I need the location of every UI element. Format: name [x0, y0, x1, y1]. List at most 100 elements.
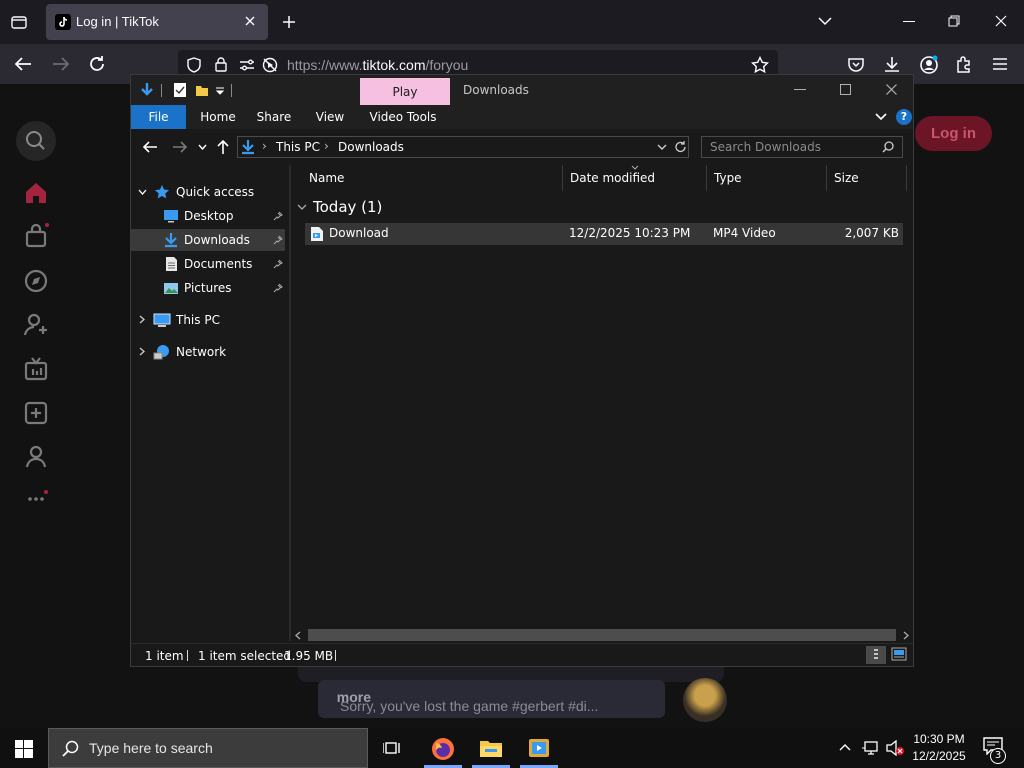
shield-icon[interactable]: [187, 57, 201, 73]
group-header-today[interactable]: Today (1): [313, 198, 382, 216]
nav-downloads[interactable]: Downloads: [184, 229, 250, 251]
back-icon[interactable]: [142, 140, 158, 154]
properties-quick-icon[interactable]: [173, 82, 187, 98]
chevron-right-icon[interactable]: [139, 347, 145, 356]
nav-desktop[interactable]: Desktop: [184, 205, 234, 227]
search-icon[interactable]: [882, 141, 894, 153]
new-folder-quick-icon[interactable]: [195, 83, 209, 97]
taskbar-search-input[interactable]: Type here to search: [48, 728, 368, 768]
url-text[interactable]: https://www.tiktok.com/foryou: [287, 57, 468, 73]
tab-share[interactable]: Share: [249, 105, 299, 129]
home-icon[interactable]: [22, 179, 50, 207]
recent-locations-icon[interactable]: [198, 144, 207, 150]
bookmark-star-icon[interactable]: [751, 56, 769, 74]
tab-play[interactable]: Play: [360, 78, 450, 105]
nav-network[interactable]: Network: [176, 341, 226, 363]
tiktok-login-button[interactable]: Log in: [915, 116, 992, 151]
lock-icon[interactable]: [214, 56, 228, 72]
chevron-right-icon[interactable]: [139, 315, 145, 324]
extensions-icon[interactable]: [955, 55, 973, 73]
creator-avatar[interactable]: [683, 678, 727, 722]
nav-documents[interactable]: Documents: [184, 253, 252, 275]
more-icon[interactable]: [22, 485, 50, 513]
scroll-right-icon[interactable]: [903, 631, 909, 640]
live-icon[interactable]: [22, 355, 50, 383]
close-tab-icon[interactable]: [244, 15, 256, 27]
column-header-name[interactable]: Name: [301, 165, 563, 191]
list-all-tabs-icon[interactable]: [10, 13, 28, 31]
forward-icon[interactable]: [172, 140, 188, 154]
nav-this-pc[interactable]: This PC: [176, 309, 220, 331]
tiktok-search-icon[interactable]: [16, 121, 56, 161]
tab-view[interactable]: View: [305, 105, 355, 129]
tab-file[interactable]: File: [131, 105, 186, 129]
forward-icon[interactable]: [52, 56, 70, 72]
nav-quick-access[interactable]: Quick access: [176, 181, 254, 203]
show-hidden-icons-icon[interactable]: [839, 743, 851, 751]
address-row: › This PC › Downloads Search Downloads: [131, 129, 913, 165]
maximize-icon[interactable]: [840, 84, 851, 95]
reload-icon[interactable]: [88, 55, 106, 73]
up-icon[interactable]: [216, 139, 230, 155]
scroll-left-icon[interactable]: [295, 631, 301, 640]
profile-icon[interactable]: [22, 443, 50, 471]
downloads-icon[interactable]: [883, 55, 901, 73]
shop-icon[interactable]: [22, 222, 50, 250]
caption-body: Sorry, you've lost the game #gerbert #di…: [340, 698, 599, 714]
minimize-icon[interactable]: [794, 89, 806, 91]
upload-icon[interactable]: [22, 399, 50, 427]
column-header-type[interactable]: Type: [706, 165, 827, 191]
following-icon[interactable]: [22, 311, 50, 339]
account-icon[interactable]: [919, 55, 939, 75]
refresh-icon[interactable]: [674, 140, 687, 154]
large-icons-view-icon[interactable]: [891, 647, 907, 661]
new-tab-icon[interactable]: [282, 15, 296, 29]
chevron-down-icon[interactable]: [818, 16, 832, 26]
column-header-size[interactable]: Size: [826, 165, 907, 191]
address-dropdown-icon[interactable]: [657, 144, 667, 151]
pin-icon[interactable]: [273, 283, 283, 293]
chevron-right-icon[interactable]: ›: [324, 139, 329, 153]
pocket-icon[interactable]: [847, 56, 865, 74]
explore-icon[interactable]: [22, 267, 50, 295]
volume-muted-icon[interactable]: [886, 740, 904, 756]
window-title: Downloads: [463, 83, 529, 97]
media-player-icon[interactable]: [528, 738, 550, 758]
windows-start-icon[interactable]: [15, 740, 33, 758]
file-explorer-icon[interactable]: [479, 738, 503, 758]
chevron-right-icon[interactable]: ›: [262, 139, 267, 153]
breadcrumb-this-pc[interactable]: This PC: [276, 140, 320, 154]
nav-pictures[interactable]: Pictures: [184, 277, 232, 299]
customize-toolbar-icon[interactable]: [215, 87, 225, 95]
system-clock[interactable]: 10:30 PM 12/2/2025: [904, 731, 974, 765]
scrollbar-thumb[interactable]: [308, 629, 896, 641]
horizontal-scrollbar[interactable]: [291, 627, 913, 643]
close-window-icon[interactable]: [995, 15, 1007, 27]
minimize-icon[interactable]: [903, 21, 915, 23]
menu-icon[interactable]: [992, 57, 1008, 71]
tab-tiktok[interactable]: Log in | TikTok: [46, 4, 268, 40]
search-input[interactable]: Search Downloads: [701, 136, 903, 158]
network-status-icon[interactable]: [862, 740, 880, 756]
table-row[interactable]: Download 12/2/2025 10:23 PM MP4 Video 2,…: [305, 223, 903, 245]
breadcrumb-downloads[interactable]: Downloads: [338, 140, 404, 154]
firefox-icon[interactable]: [431, 737, 455, 761]
tab-home[interactable]: Home: [193, 105, 243, 129]
chevron-down-icon[interactable]: [138, 189, 147, 195]
task-view-icon[interactable]: [383, 739, 401, 757]
tab-video-tools[interactable]: Video Tools: [362, 105, 444, 129]
details-view-icon[interactable]: [866, 646, 886, 664]
address-bar[interactable]: › This PC › Downloads: [237, 136, 689, 158]
pin-icon[interactable]: [273, 211, 283, 221]
autoplay-blocked-icon[interactable]: [262, 57, 278, 73]
back-icon[interactable]: [14, 56, 32, 72]
permissions-icon[interactable]: [239, 58, 255, 72]
pin-icon[interactable]: [273, 259, 283, 269]
group-collapse-icon[interactable]: [297, 204, 307, 211]
video-caption[interactable]: Sorry, you've lost the game #gerbert #di…: [318, 680, 665, 718]
close-window-icon[interactable]: [886, 84, 897, 95]
pin-icon[interactable]: [273, 235, 283, 245]
help-icon[interactable]: ?: [896, 109, 912, 125]
expand-ribbon-icon[interactable]: [875, 113, 887, 121]
restore-icon[interactable]: [948, 15, 960, 27]
